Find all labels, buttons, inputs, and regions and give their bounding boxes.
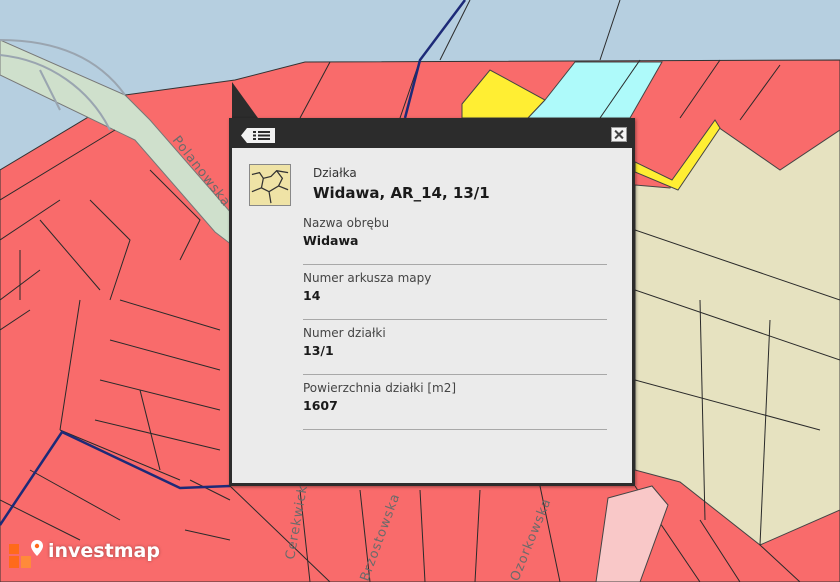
field-label: Powierzchnia działki [m2]	[303, 381, 457, 395]
field-value: Widawa	[303, 233, 359, 248]
field-map-sheet-number: Numer arkusza mapy 14	[303, 271, 607, 320]
field-value: 13/1	[303, 343, 334, 358]
field-value: 14	[303, 288, 321, 303]
field-label: Numer arkusza mapy	[303, 271, 432, 285]
brand-name: investmap	[48, 540, 160, 562]
popup-pointer	[232, 82, 258, 118]
parcel-map-icon	[249, 164, 291, 206]
investmap-logo[interactable]: investmap	[8, 538, 168, 570]
popup-header	[229, 118, 635, 148]
field-label: Nazwa obrębu	[303, 216, 390, 230]
parcel-info-popup: Działka Widawa, AR_14, 13/1 Nazwa obrębu…	[229, 118, 635, 486]
field-value: 1607	[303, 398, 338, 413]
list-menu-icon[interactable]	[241, 128, 275, 143]
feature-type-label: Działka	[313, 166, 357, 180]
field-precinct-name: Nazwa obrębu Widawa	[303, 216, 607, 265]
field-parcel-number: Numer działki 13/1	[303, 326, 607, 375]
investmap-logo-icon	[9, 540, 43, 568]
field-parcel-area: Powierzchnia działki [m2] 1607	[303, 381, 607, 430]
field-label: Numer działki	[303, 326, 386, 340]
parcel-title: Widawa, AR_14, 13/1	[313, 184, 490, 202]
close-icon[interactable]	[611, 127, 627, 142]
